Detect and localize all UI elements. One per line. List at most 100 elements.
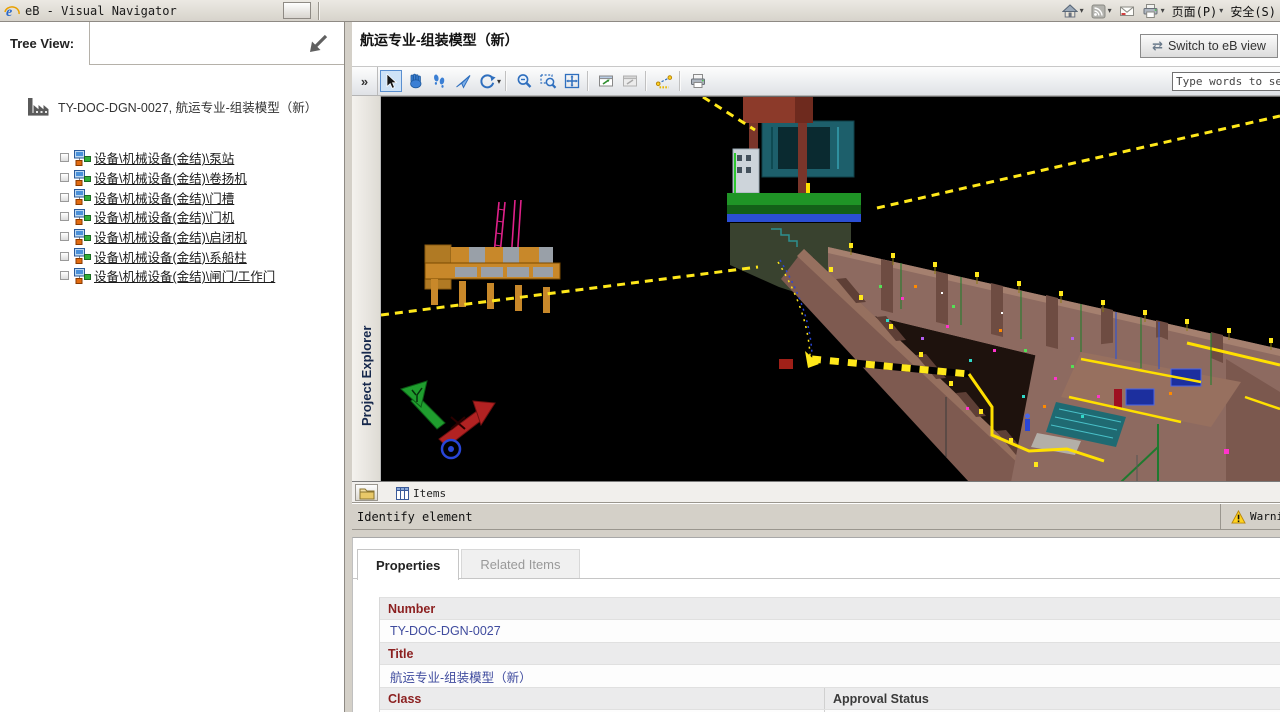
tree-item-checkbox[interactable] (60, 252, 69, 261)
home-caret-icon[interactable]: ▾ (1080, 7, 1084, 15)
saved-view-disabled-tool-button[interactable] (619, 70, 641, 92)
tree-item-checkbox[interactable] (60, 173, 69, 182)
fly-tool-button[interactable] (452, 70, 474, 92)
viewer-toolbar: » (352, 66, 1280, 96)
toolbar-separator (645, 71, 647, 91)
tree-item: 设备\机械设备(金结)\门槽 (0, 187, 344, 207)
page-menu-button[interactable]: 页面(P) ▾ (1172, 3, 1224, 20)
3d-viewport-canvas[interactable] (381, 96, 1280, 481)
folder-icon (359, 486, 375, 500)
factory-icon (26, 94, 54, 118)
tree-root-label[interactable]: TY-DOC-DGN-0027, 航运专业-组装模型（新） (58, 97, 317, 116)
document-header: 航运专业-组装模型（新） ⇄ Switch to eB view (352, 22, 1280, 66)
select-tool-button[interactable] (380, 70, 402, 92)
hierarchy-node-icon (74, 268, 91, 284)
hierarchy-node-icon (74, 150, 91, 166)
tree-item: 设备\机械设备(金结)\门机 (0, 207, 344, 227)
number-value-link[interactable]: TY-DOC-DGN-0027 (380, 624, 501, 638)
toolbar-overflow-button[interactable]: » (352, 67, 378, 95)
measure-tool-button[interactable] (653, 70, 675, 92)
tree-item-label[interactable]: 设备\机械设备(金结)\门机 (94, 207, 234, 226)
items-tab[interactable]: Items (388, 483, 454, 503)
tree-item-checkbox[interactable] (60, 271, 69, 280)
status-message: Identify element (357, 510, 473, 524)
safety-menu-button[interactable]: 安全(S) (1230, 3, 1276, 20)
printer-icon (1142, 3, 1159, 19)
viewer-search-input[interactable] (1172, 72, 1280, 91)
title-value-link[interactable]: 航运专业-组装模型（新） (380, 667, 532, 686)
toolbar-separator (505, 71, 507, 91)
panel-splitter[interactable] (346, 22, 352, 712)
saved-view-tool-button[interactable] (595, 70, 617, 92)
zoom-tool-button[interactable] (513, 70, 535, 92)
saved-view-icon (597, 72, 615, 90)
print-button[interactable]: ▾ (1142, 3, 1165, 19)
tree-panel-header: Tree View: (0, 22, 344, 65)
field-header-number: Number (380, 598, 1280, 620)
titlebar-mini-button[interactable] (283, 2, 311, 19)
field-header-title: Title (380, 643, 1280, 665)
tab-properties[interactable]: Properties (357, 549, 459, 580)
orbit-tool-button[interactable] (476, 70, 498, 92)
mail-icon (1119, 4, 1135, 18)
pan-tool-button[interactable] (404, 70, 426, 92)
tree-view-tab: Tree View: (0, 22, 90, 65)
print-view-tool-button[interactable] (687, 70, 709, 92)
class-header-cell: Class (380, 690, 824, 708)
zoom-region-tool-button[interactable] (537, 70, 559, 92)
tree-item: 设备\机械设备(金结)\卷扬机 (0, 168, 344, 188)
tree-item-checkbox[interactable] (60, 153, 69, 162)
walk-tool-button[interactable] (428, 70, 450, 92)
tree-item-label[interactable]: 设备\机械设备(金结)\泵站 (94, 148, 234, 167)
tree-item-checkbox[interactable] (60, 212, 69, 221)
titlebar-separator (318, 2, 320, 20)
properties-tabbar: Properties Related Items (357, 549, 580, 580)
magnifier-icon (515, 72, 533, 90)
folder-button[interactable] (355, 484, 378, 501)
tree-item-list: 设备\机械设备(金结)\泵站 设备\机械设备(金结)\卷扬机 设备\机械设备(金… (0, 148, 344, 286)
paper-plane-icon (454, 72, 472, 90)
tree-item-label[interactable]: 设备\机械设备(金结)\启闭机 (94, 227, 247, 246)
tree-root-node[interactable]: TY-DOC-DGN-0027, 航运专业-组装模型（新） (26, 94, 317, 118)
fit-view-icon (563, 72, 581, 90)
approval-status-header-cell: Approval Status (824, 688, 1280, 709)
toolbar-separator (679, 71, 681, 91)
warnings-indicator[interactable]: Warning (1220, 504, 1280, 529)
collapse-panel-arrow-icon[interactable] (306, 32, 330, 56)
tree-item-label[interactable]: 设备\机械设备(金结)\系船柱 (94, 247, 247, 266)
properties-table: Number TY-DOC-DGN-0027 Title 航运专业-组装模型（新… (379, 597, 1280, 712)
window-title: eB - Visual Navigator (25, 4, 177, 18)
orbit-dropdown-caret-icon[interactable]: ▾ (497, 77, 501, 86)
warning-label: Warning (1250, 510, 1280, 523)
feeds-button[interactable]: ▾ (1091, 4, 1112, 19)
hierarchy-node-icon (74, 229, 91, 245)
read-mail-button[interactable] (1119, 4, 1135, 18)
tree-item: 设备\机械设备(金结)\系船柱 (0, 246, 344, 266)
tree-item-checkbox[interactable] (60, 232, 69, 241)
cursor-icon (382, 72, 400, 90)
measure-icon (655, 72, 673, 90)
document-title: 航运专业-组装模型（新） (360, 30, 519, 50)
project-explorer-tab[interactable]: Project Explorer (352, 96, 381, 481)
tab-related-items[interactable]: Related Items (461, 549, 579, 578)
viewer-status-bar: Identify element Warning (352, 503, 1280, 530)
fit-view-tool-button[interactable] (561, 70, 583, 92)
properties-panel: Properties Related Items Number TY-DOC-D… (352, 537, 1280, 712)
saved-view-disabled-icon (621, 72, 639, 90)
tree-item-label[interactable]: 设备\机械设备(金结)\卷扬机 (94, 168, 247, 187)
tree-item-label[interactable]: 设备\机械设备(金结)\闸门/工作门 (94, 266, 275, 285)
tree-item-checkbox[interactable] (60, 193, 69, 202)
feeds-caret-icon[interactable]: ▾ (1108, 7, 1112, 15)
page-caret-icon: ▾ (1219, 7, 1223, 15)
toolbar-separator (587, 71, 589, 91)
feeds-icon (1091, 4, 1106, 19)
switch-to-eb-view-button[interactable]: ⇄ Switch to eB view (1140, 34, 1278, 58)
printer-icon (689, 72, 707, 90)
home-button[interactable]: ▾ (1062, 3, 1084, 19)
tree-view-panel: Tree View: TY-DOC-DGN-0027, 航运专业-组装模型（新） (0, 22, 345, 712)
hierarchy-node-icon (74, 209, 91, 225)
tree-item-label[interactable]: 设备\机械设备(金结)\门槽 (94, 188, 234, 207)
ie-favicon-icon: e (4, 3, 20, 19)
tree-item: 设备\机械设备(金结)\泵站 (0, 148, 344, 168)
print-caret-icon[interactable]: ▾ (1161, 7, 1165, 15)
